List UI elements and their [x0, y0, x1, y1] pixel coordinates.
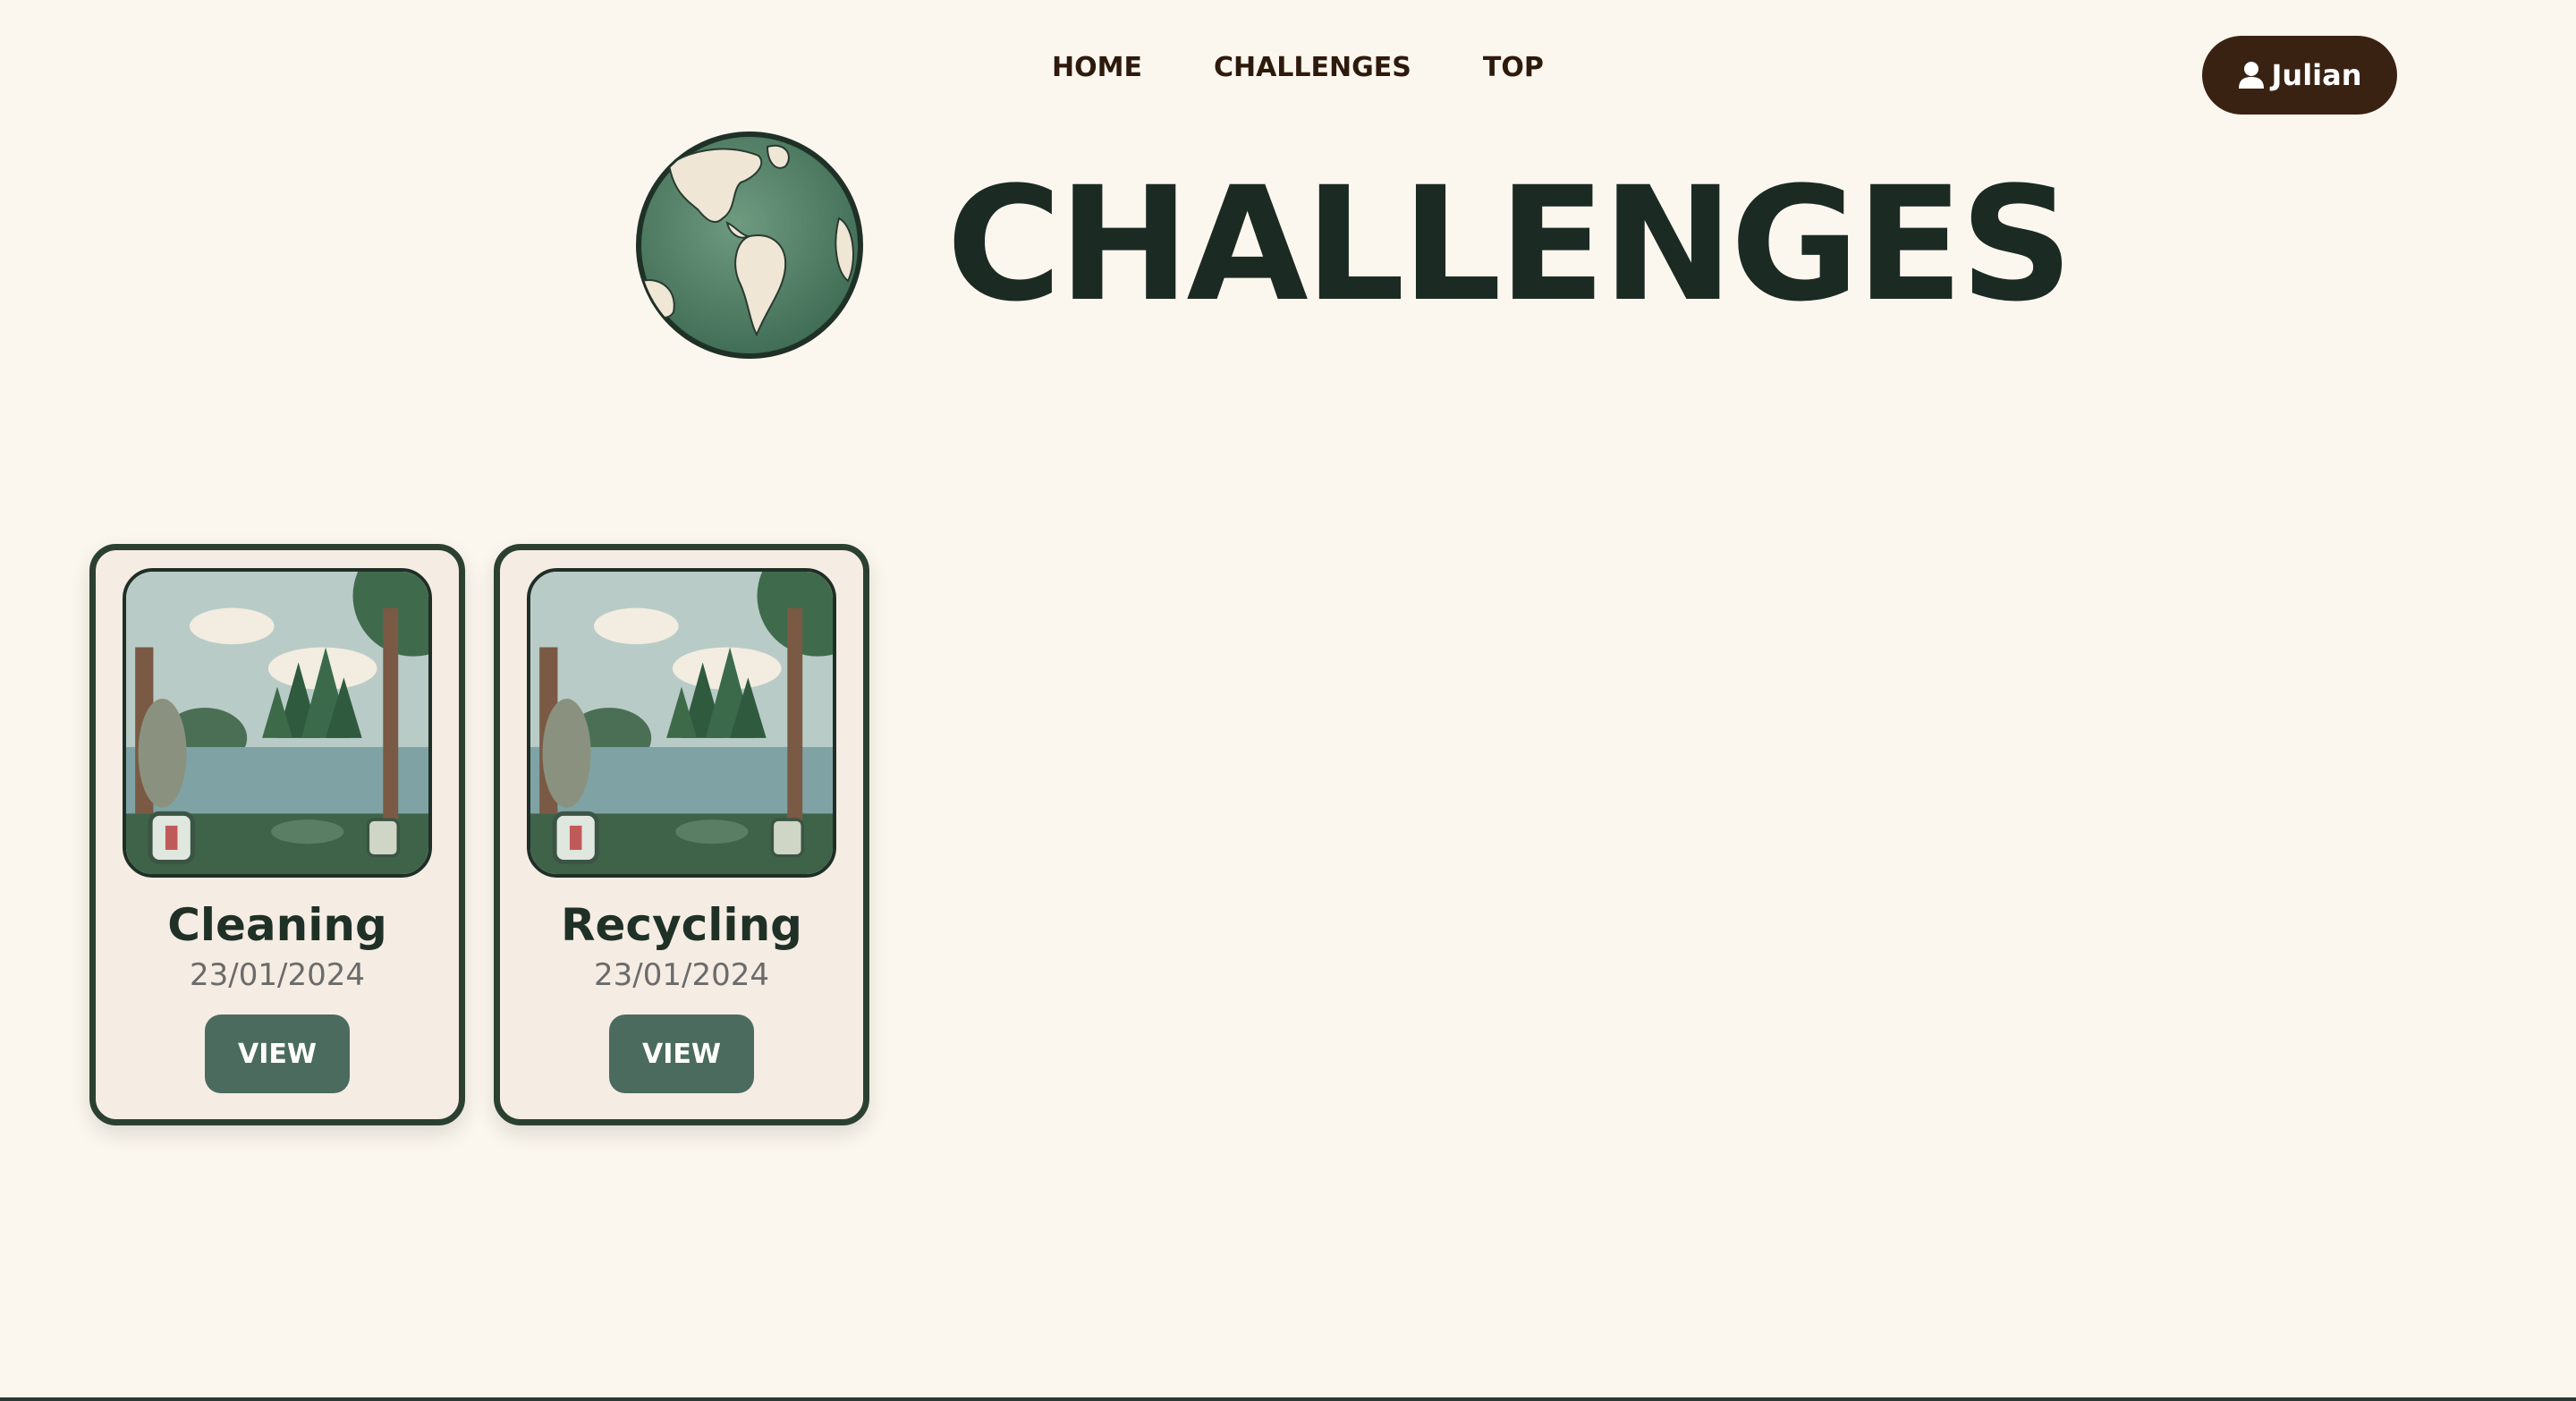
page-title: CHALLENGES — [946, 153, 2073, 336]
view-button[interactable]: VIEW — [609, 1015, 754, 1093]
nav-challenges-link[interactable]: CHALLENGES — [1214, 52, 1411, 83]
challenge-date: 23/01/2024 — [594, 957, 769, 993]
challenge-title: Recycling — [561, 899, 802, 951]
challenge-card: Recycling 23/01/2024 VIEW — [494, 544, 869, 1125]
user-name: Julian — [2271, 58, 2362, 92]
main-nav: HOME CHALLENGES TOP — [1052, 52, 1544, 83]
challenge-date: 23/01/2024 — [190, 957, 365, 993]
page-header: CHALLENGES — [633, 129, 2073, 361]
user-icon — [2238, 61, 2265, 89]
nav-top-link[interactable]: TOP — [1483, 52, 1544, 83]
challenge-list: Cleaning 23/01/2024 VIEW Recycling 23/01… — [89, 544, 869, 1125]
footer-divider — [0, 1397, 2576, 1401]
challenge-title: Cleaning — [167, 899, 387, 951]
user-menu-button[interactable]: Julian — [2202, 36, 2397, 115]
challenge-image — [527, 568, 836, 878]
challenge-card: Cleaning 23/01/2024 VIEW — [89, 544, 465, 1125]
globe-icon — [633, 129, 866, 361]
nav-home-link[interactable]: HOME — [1052, 52, 1142, 83]
challenge-image — [123, 568, 432, 878]
view-button[interactable]: VIEW — [205, 1015, 350, 1093]
